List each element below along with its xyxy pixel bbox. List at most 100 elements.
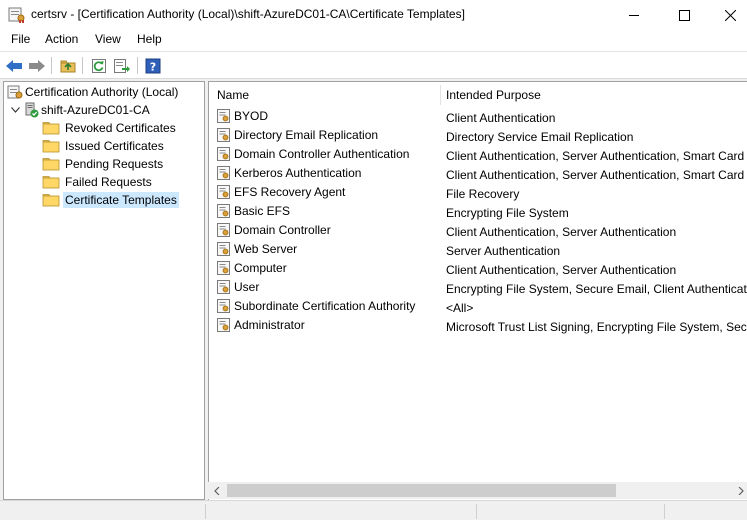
maximize-button[interactable] (661, 0, 707, 30)
tree-item-certification-authority[interactable]: Certification Authority (Local) (7, 83, 180, 101)
menu-action[interactable]: Action (44, 32, 79, 46)
template-name-cell: Subordinate Certification Authority (217, 299, 415, 313)
folder-icon (42, 194, 60, 207)
intended-purpose-cell: Microsoft Trust List Signing, Encrypting… (446, 320, 747, 334)
template-name-cell: Basic EFS (217, 204, 290, 218)
folder-icon (42, 158, 60, 171)
tree-item-ca[interactable]: shift-AzureDC01-CA (7, 101, 152, 119)
table-row[interactable]: User Encrypting File System, Secure Email… (209, 279, 747, 298)
minimize-button[interactable] (611, 0, 657, 30)
tree-item-certificate-templates[interactable]: Certificate Templates (42, 191, 179, 209)
intended-purpose-cell: Client Authentication, Server Authentica… (446, 168, 747, 182)
column-header-intended-purpose[interactable]: Intended Purpose (446, 82, 746, 107)
tree-item-issued-certificates[interactable]: Issued Certificates (42, 137, 166, 155)
chevron-down-icon[interactable] (7, 107, 23, 113)
scroll-right-icon[interactable] (734, 484, 747, 497)
template-name: Computer (234, 261, 287, 275)
help-icon[interactable]: ? (143, 56, 163, 75)
intended-purpose-cell: File Recovery (446, 187, 520, 201)
template-name: Domain Controller (234, 223, 331, 237)
title-bar: certsrv - [Certification Authority (Loca… (0, 0, 747, 30)
certificate-template-icon (217, 242, 234, 256)
ca-server-check-icon (25, 102, 39, 118)
tree-label: Revoked Certificates (65, 121, 176, 135)
table-row[interactable]: EFS Recovery Agent File Recovery (209, 184, 747, 203)
close-button[interactable] (707, 0, 747, 30)
table-row[interactable]: Domain Controller Authentication Client A… (209, 146, 747, 165)
status-separator (664, 504, 665, 519)
template-name: Basic EFS (234, 204, 291, 218)
table-row[interactable]: Subordinate Certification Authority <All> (209, 298, 747, 317)
certificate-template-icon (217, 280, 234, 294)
menu-help[interactable]: Help (136, 32, 163, 46)
certificate-template-icon (217, 185, 234, 199)
folder-icon (42, 176, 60, 189)
console-tree: Certification Authority (Local) shift-Az… (3, 81, 205, 500)
column-header-name[interactable]: Name (217, 82, 439, 107)
toolbar-separator (82, 57, 83, 74)
menu-view[interactable]: View (94, 32, 122, 46)
details-list: Name Intended Purpose BYOD Client Authent… (208, 81, 747, 500)
up-folder-icon[interactable] (58, 56, 78, 75)
table-row[interactable]: Computer Client Authentication, Server Au… (209, 260, 747, 279)
intended-purpose-cell: Encrypting File System (446, 206, 569, 220)
table-row[interactable]: Kerberos Authentication Client Authentica… (209, 165, 747, 184)
certification-authority-icon (7, 85, 23, 99)
template-name-cell: BYOD (217, 109, 268, 123)
folder-icon (42, 140, 60, 153)
tree-label: Certificate Templates (63, 192, 179, 208)
template-name-cell: Domain Controller (217, 223, 331, 237)
template-name: BYOD (234, 109, 269, 123)
table-row[interactable]: Web Server Server Authentication (209, 241, 747, 260)
table-row[interactable]: Domain Controller Client Authentication, … (209, 222, 747, 241)
certificate-template-icon (217, 299, 234, 313)
certificate-template-icon (217, 223, 234, 237)
toolbar-separator (137, 57, 138, 74)
svg-text:?: ? (150, 60, 156, 73)
template-name-cell: EFS Recovery Agent (217, 185, 345, 199)
template-name: Web Server (234, 242, 298, 256)
certificate-template-icon (217, 147, 234, 161)
template-name: EFS Recovery Agent (234, 185, 346, 199)
intended-purpose-cell: Client Authentication, Server Authentica… (446, 225, 677, 239)
menu-bar: File Action View Help (0, 30, 747, 51)
tree-item-pending-requests[interactable]: Pending Requests (42, 155, 165, 173)
back-arrow-icon[interactable] (4, 56, 24, 75)
template-name-cell: User (217, 280, 259, 294)
certificate-template-icon (217, 204, 234, 218)
horizontal-scrollbar[interactable] (208, 482, 747, 499)
template-name-cell: Web Server (217, 242, 297, 256)
forward-arrow-icon[interactable] (27, 56, 47, 75)
scrollbar-thumb[interactable] (227, 484, 616, 497)
certificate-template-icon (217, 109, 234, 123)
table-row[interactable]: Directory Email Replication Directory Ser… (209, 127, 747, 146)
template-name: Subordinate Certification Authority (234, 299, 416, 313)
tree-label: Failed Requests (65, 175, 152, 189)
certificate-template-icon (217, 128, 234, 142)
template-name: Kerberos Authentication (234, 166, 362, 180)
table-row[interactable]: Administrator Microsoft Trust List Signin… (209, 317, 747, 336)
scroll-left-icon[interactable] (210, 484, 224, 497)
table-row[interactable]: BYOD Client Authentication (209, 108, 747, 127)
tree-item-failed-requests[interactable]: Failed Requests (42, 173, 154, 191)
status-separator (205, 504, 206, 519)
toolbar: ? (0, 51, 747, 79)
certificate-template-icon (217, 261, 234, 275)
template-name-cell: Directory Email Replication (217, 128, 378, 142)
tree-item-revoked-certificates[interactable]: Revoked Certificates (42, 119, 178, 137)
certificate-template-icon (217, 318, 234, 332)
column-separator[interactable] (440, 85, 441, 105)
tree-label: Issued Certificates (65, 139, 164, 153)
intended-purpose-cell: Server Authentication (446, 244, 561, 258)
window-title: certsrv - [Certification Authority (Loca… (31, 7, 465, 21)
export-list-icon[interactable] (112, 56, 132, 75)
template-name: User (234, 280, 260, 294)
intended-purpose-cell: Client Authentication, Server Authentica… (446, 263, 677, 277)
tree-label: Certification Authority (Local) (25, 85, 179, 99)
intended-purpose-cell: Client Authentication (446, 111, 556, 125)
table-row[interactable]: Basic EFS Encrypting File System (209, 203, 747, 222)
intended-purpose-cell: Client Authentication, Server Authentica… (446, 149, 747, 163)
menu-file[interactable]: File (10, 32, 31, 46)
template-name-cell: Kerberos Authentication (217, 166, 361, 180)
refresh-icon[interactable] (89, 56, 109, 75)
